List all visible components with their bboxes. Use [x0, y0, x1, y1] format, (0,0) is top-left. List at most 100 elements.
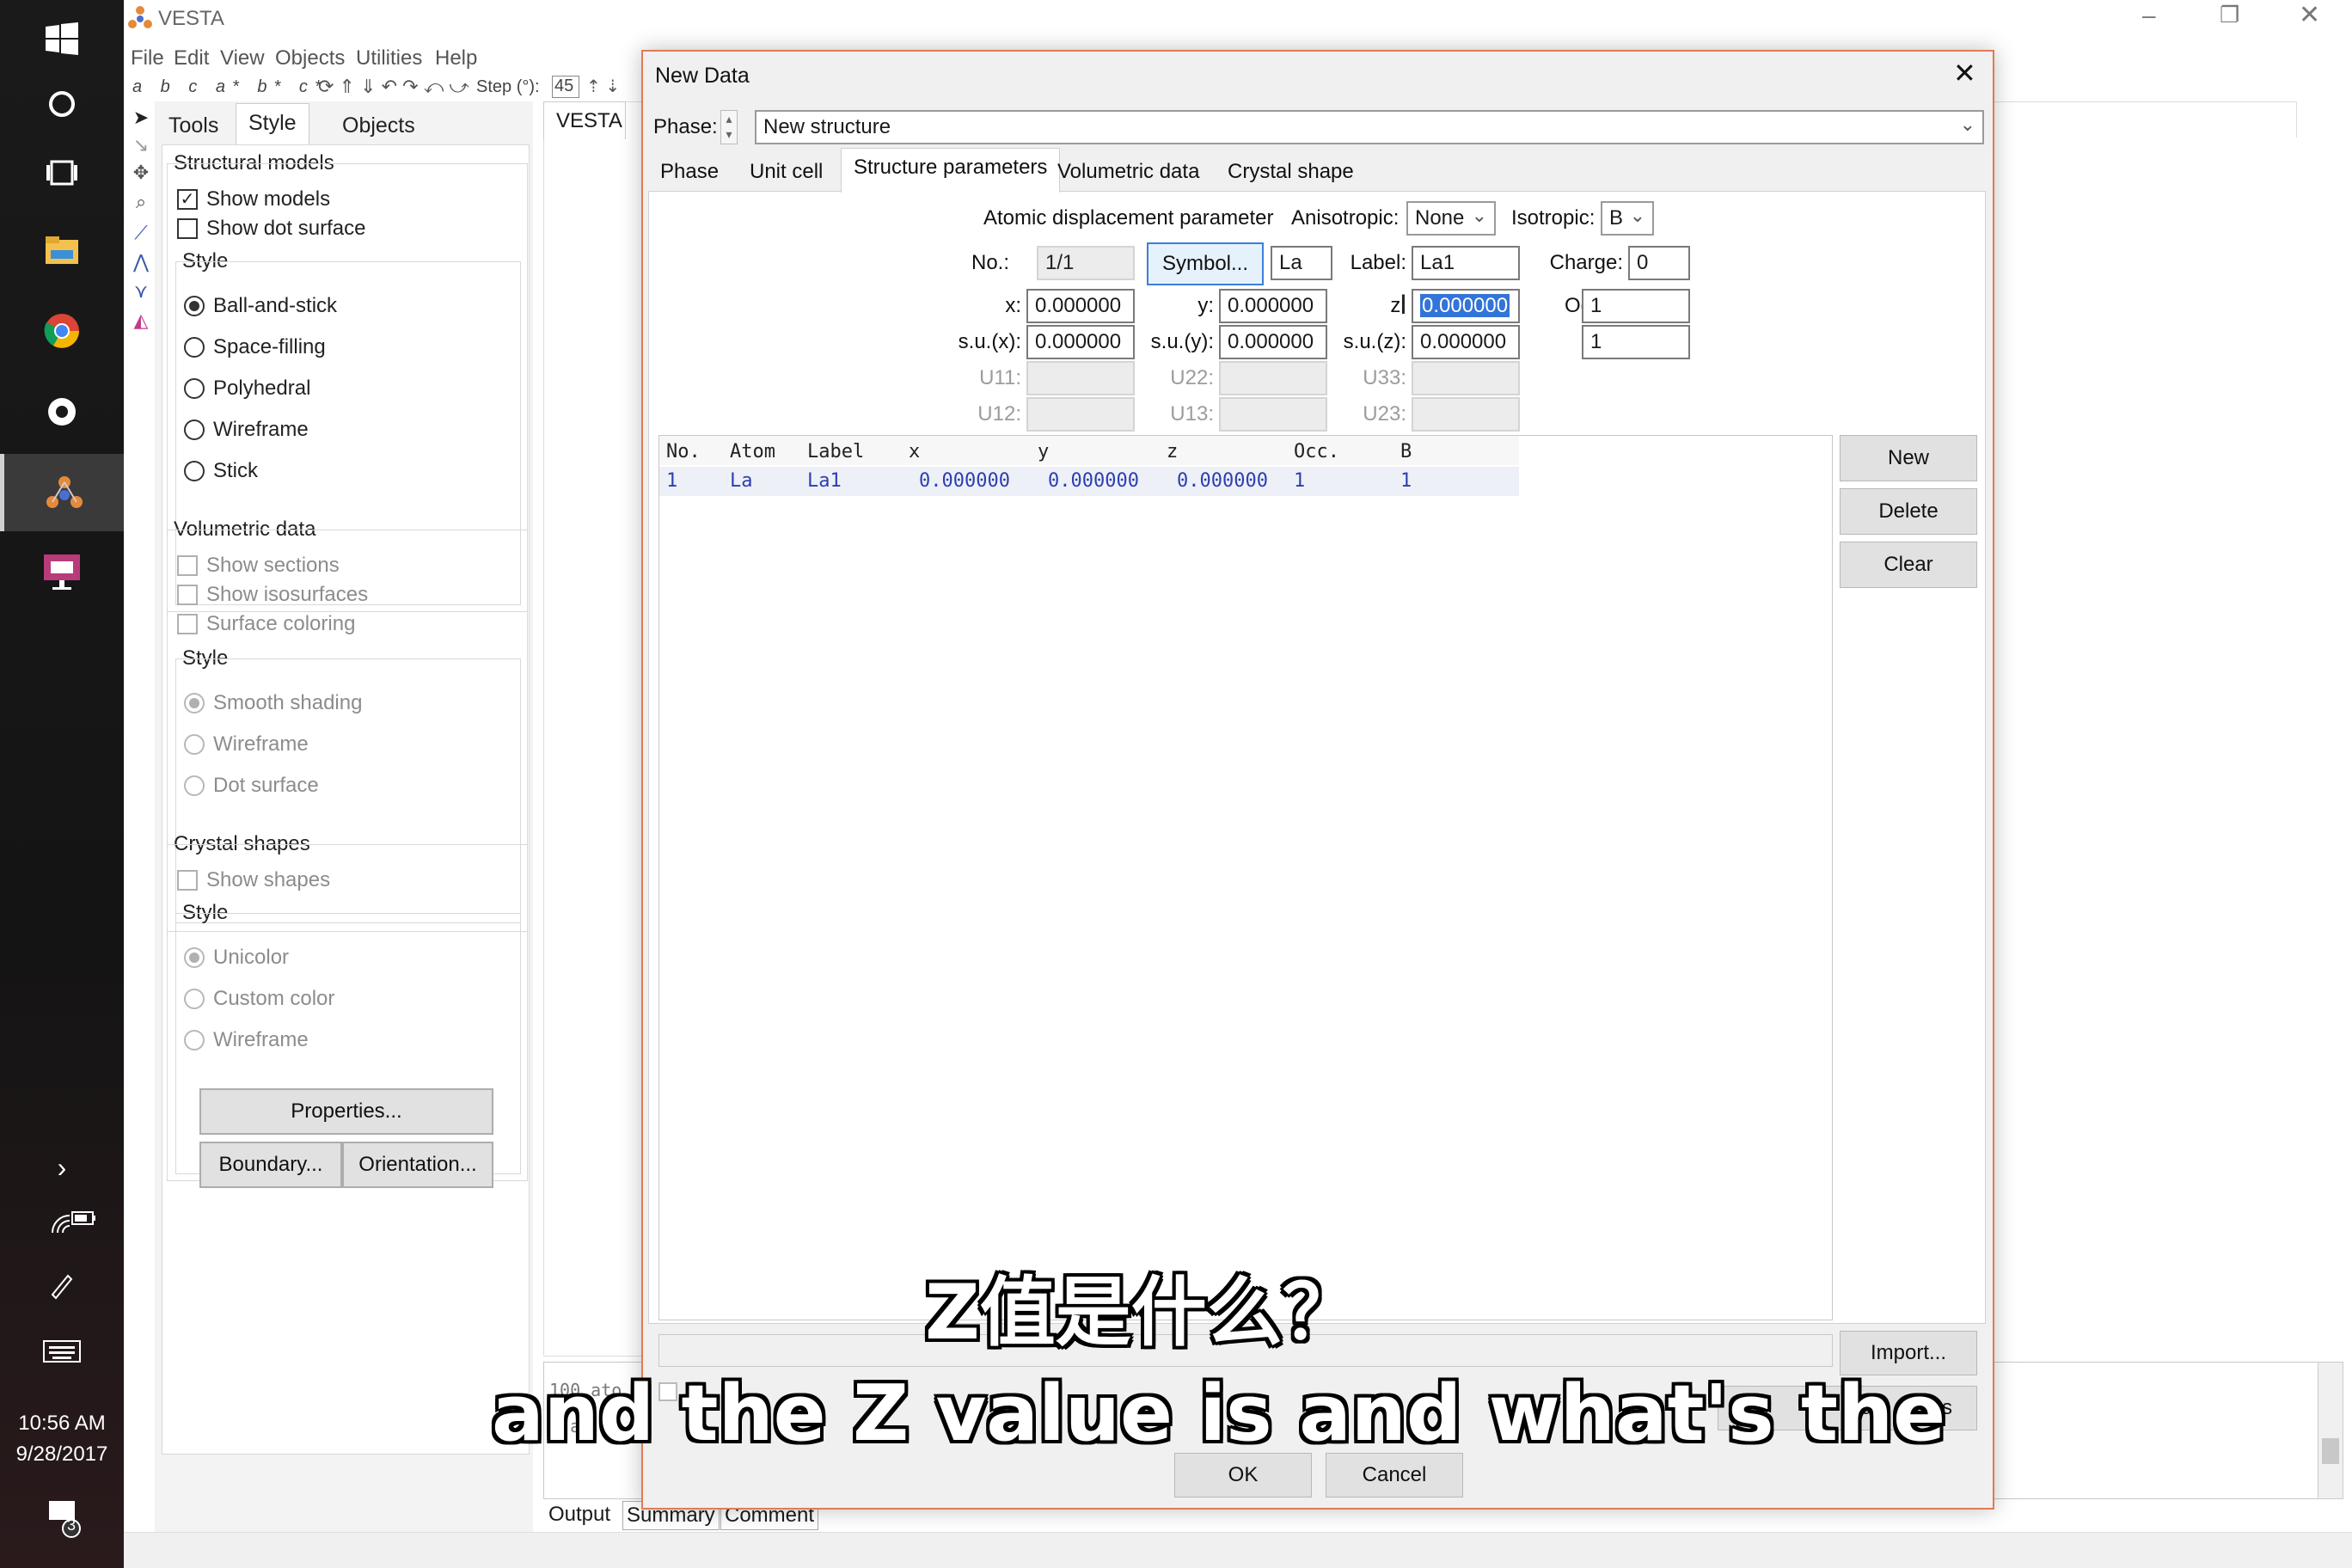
clock-date[interactable]: 9/28/2017 [0, 1442, 124, 1467]
action-center-icon[interactable]: 3 [0, 1496, 124, 1543]
col-occ[interactable]: Occ. [1294, 441, 1339, 462]
x-field[interactable]: 0.000000 [1026, 289, 1135, 323]
style-ball-and-stick[interactable]: Ball-and-stick [184, 294, 337, 318]
tab-crystal-shape[interactable]: Crystal shape [1216, 153, 1366, 193]
translate-icon[interactable]: ✥ [129, 162, 153, 186]
occ-field[interactable]: 1 [1582, 289, 1690, 323]
battery-icon[interactable] [45, 1207, 122, 1234]
show-models-checkbox[interactable]: ✓ [177, 189, 198, 210]
chrome-icon[interactable] [0, 292, 124, 370]
tab-style[interactable]: Style [236, 103, 309, 144]
crystal-wireframe-option[interactable]: Wireframe [184, 1028, 309, 1052]
show-dot-surface-checkbox[interactable] [177, 218, 198, 239]
menu-help[interactable]: Help [435, 46, 477, 70]
phase-select[interactable]: New structure ⌄ [755, 110, 1984, 144]
suz-field[interactable]: 0.000000 [1412, 325, 1520, 359]
tab-phase[interactable]: Phase [648, 153, 731, 193]
col-no[interactable]: No. [666, 441, 701, 462]
style-stick[interactable]: Stick [184, 459, 258, 483]
menu-objects[interactable]: Objects [275, 46, 345, 70]
show-dot-surface-option[interactable]: Show dot surface [177, 217, 365, 241]
minimize-icon[interactable]: – [2142, 2, 2156, 29]
clear-atoms-button[interactable]: Clear [1840, 542, 1977, 588]
step-arrows-icon[interactable]: ⇡ ⇣ [586, 76, 620, 97]
show-models-option[interactable]: ✓ Show models [177, 187, 330, 211]
close-window-icon[interactable]: ✕ [2299, 0, 2320, 30]
video-app-icon[interactable] [0, 533, 124, 610]
vesta-taskbar-icon[interactable] [0, 454, 124, 531]
isotropic-select[interactable]: B ⌄ [1601, 201, 1654, 236]
axis-view-buttons[interactable]: a b c a* b* c* [132, 77, 328, 97]
dihedral-tool-icon[interactable]: ⋎ [129, 280, 153, 304]
tab-volumetric-data[interactable]: Volumetric data [1045, 153, 1211, 193]
step-input[interactable]: 45 [552, 76, 579, 98]
symbol-button[interactable]: Symbol... [1147, 242, 1264, 285]
style-polyhedral[interactable]: Polyhedral [184, 377, 310, 401]
delete-atom-button[interactable]: Delete [1840, 488, 1977, 535]
menu-file[interactable]: File [131, 46, 164, 70]
distance-tool-icon[interactable]: ⟋ [129, 222, 153, 246]
angle-tool-icon[interactable]: ⋀ [129, 251, 153, 275]
style-space-filling[interactable]: Space-filling [184, 335, 326, 359]
ok-button[interactable]: OK [1174, 1453, 1312, 1498]
tab-unit-cell[interactable]: Unit cell [738, 153, 835, 193]
col-atom[interactable]: Atom [730, 441, 775, 462]
sux-field[interactable]: 0.000000 [1026, 325, 1135, 359]
show-more-chevron-icon[interactable]: › [0, 1152, 124, 1184]
smooth-shading-option[interactable]: Smooth shading [184, 691, 362, 715]
charge-field[interactable]: 0 [1628, 246, 1690, 280]
custom-color-option[interactable]: Custom color [184, 987, 334, 1011]
y-field[interactable]: 0.000000 [1219, 289, 1327, 323]
tab-objects[interactable]: Objects [342, 113, 415, 138]
tab-structure-parameters[interactable]: Structure parameters [841, 148, 1061, 193]
view-tab-vesta[interactable]: VESTA [543, 101, 626, 139]
unicolor-option[interactable]: Unicolor [184, 946, 289, 970]
menu-edit[interactable]: Edit [174, 46, 209, 70]
anisotropic-select[interactable]: None ⌄ [1406, 201, 1496, 236]
select-arrow-icon[interactable]: ➤ [129, 107, 153, 131]
new-atom-button[interactable]: New [1840, 435, 1977, 481]
col-b[interactable]: B [1400, 441, 1412, 462]
show-shapes-option[interactable]: Show shapes [177, 868, 330, 892]
atom-table[interactable]: No. Atom Label x y z Occ. B 1 La La1 0.0… [658, 435, 1833, 1320]
clock-time[interactable]: 10:56 AM [0, 1412, 124, 1436]
vol-wireframe-option[interactable]: Wireframe [184, 732, 309, 756]
col-label[interactable]: Label [807, 441, 864, 462]
keyboard-icon[interactable] [0, 1339, 124, 1368]
phase-spinner[interactable]: ▴ ▾ [720, 110, 738, 144]
menu-utilities[interactable]: Utilities [356, 46, 422, 70]
file-explorer-icon[interactable] [0, 211, 124, 289]
label-field[interactable]: La1 [1412, 246, 1520, 280]
task-view-icon[interactable] [0, 134, 124, 211]
pointer-secondary-icon[interactable]: ↘ [129, 134, 153, 158]
restore-icon[interactable]: ❐ [2220, 2, 2239, 28]
col-x[interactable]: x [909, 441, 920, 462]
plane-tool-icon[interactable]: ◭ [129, 309, 153, 334]
surface-coloring-option[interactable]: Surface coloring [177, 612, 355, 636]
symbol-field[interactable]: La [1271, 246, 1332, 280]
dot-surface-option[interactable]: Dot surface [184, 774, 319, 798]
b-field[interactable]: 1 [1582, 325, 1690, 359]
orientation-button[interactable]: Orientation... [342, 1142, 493, 1188]
rotate-arrows-icon[interactable]: ⟳ ⇑ ⇓ ↶ ↷ ⤺ ⤻ [318, 76, 469, 98]
col-y[interactable]: y [1038, 441, 1049, 462]
boundary-button[interactable]: Boundary... [199, 1142, 342, 1188]
pen-icon[interactable] [0, 1271, 124, 1304]
menu-view[interactable]: View [220, 46, 265, 70]
style-wireframe[interactable]: Wireframe [184, 418, 309, 442]
show-sections-option[interactable]: Show sections [177, 554, 340, 578]
z-field[interactable]: 0.000000 [1412, 289, 1520, 323]
tab-output[interactable]: Output [543, 1501, 616, 1528]
zoom-icon[interactable]: ⌕ [129, 191, 153, 215]
tab-tools[interactable]: Tools [168, 113, 218, 138]
show-isosurfaces-option[interactable]: Show isosurfaces [177, 583, 368, 607]
col-z[interactable]: z [1167, 441, 1178, 462]
dialog-close-icon[interactable]: ✕ [1953, 57, 1976, 89]
suy-field[interactable]: 0.000000 [1219, 325, 1327, 359]
output-scroll-thumb[interactable] [2322, 1438, 2339, 1464]
cancel-button[interactable]: Cancel [1326, 1453, 1463, 1498]
properties-button[interactable]: Properties... [199, 1088, 493, 1135]
settings-gear-icon[interactable] [0, 373, 124, 450]
cortana-circle-icon[interactable] [0, 65, 124, 143]
output-scrollbar[interactable] [2318, 1362, 2343, 1499]
